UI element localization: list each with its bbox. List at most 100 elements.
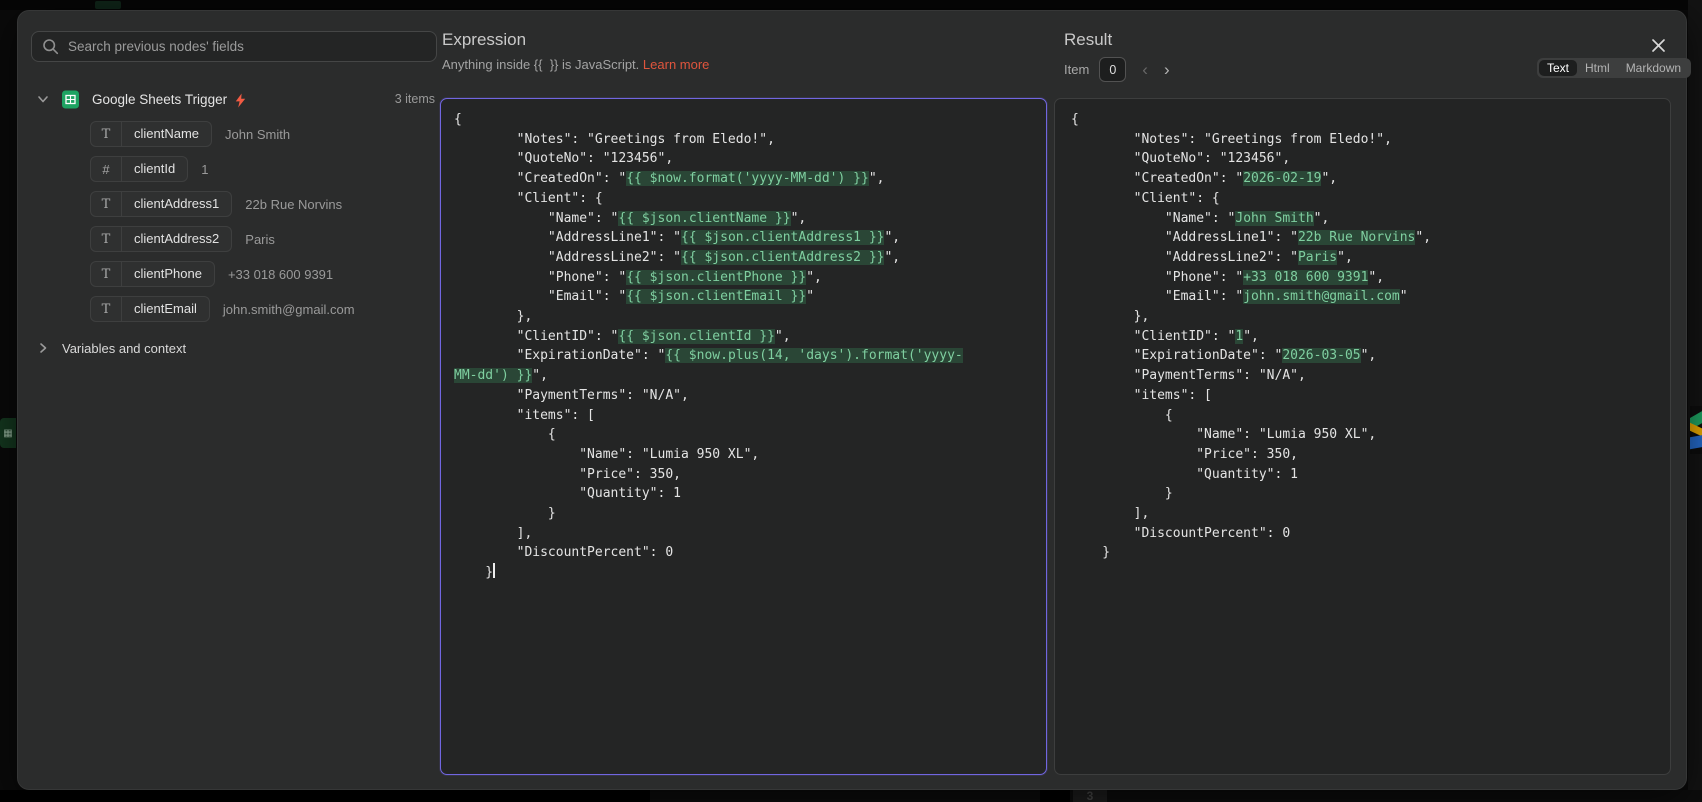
field-row: # clientId 1 xyxy=(90,156,355,182)
number-type-icon: # xyxy=(102,161,110,177)
code-line: { xyxy=(454,427,556,443)
field-name: clientAddress1 xyxy=(121,192,231,216)
code-line: "Notes": "Greetings from Eledo!", xyxy=(454,131,775,147)
code-line: "PaymentTerms": "N/A", xyxy=(454,387,689,403)
code-line: "ClientID": "1", xyxy=(1071,328,1259,344)
sidebar-node-google-sheets-trigger[interactable]: Google Sheets Trigger 3 items xyxy=(31,87,437,111)
code-line: } xyxy=(1071,486,1173,502)
learn-more-link[interactable]: Learn more xyxy=(643,57,709,72)
code-line: "ClientID": "{{ $json.clientId }}", xyxy=(454,328,791,344)
code-line: "Quantity": 1 xyxy=(1071,466,1298,482)
field-pill-clientId[interactable]: # clientId xyxy=(90,156,189,182)
code-line: ], xyxy=(1071,506,1150,522)
field-row: TclientPhone +33 018 600 9391 xyxy=(90,261,355,287)
close-icon xyxy=(1651,38,1665,52)
background-right-column xyxy=(1688,0,1702,802)
text-type-icon: T xyxy=(101,231,111,247)
code-line: "Client": { xyxy=(454,190,603,206)
code-line: { xyxy=(454,112,462,127)
code-line: "CreatedOn": "2026-02-19", xyxy=(1071,171,1338,187)
code-line: "AddressLine2": "{{ $json.clientAddress2… xyxy=(454,249,901,265)
text-cursor xyxy=(493,563,495,579)
mode-text[interactable]: Text xyxy=(1539,60,1578,76)
mode-markdown[interactable]: Markdown xyxy=(1618,60,1689,76)
background-bottom-bar: 3 xyxy=(0,790,1702,802)
field-row: TclientAddress2 Paris xyxy=(90,226,355,252)
chevron-down-icon[interactable] xyxy=(36,92,50,106)
code-line: "Price": 350, xyxy=(454,466,681,482)
field-value: +33 018 600 9391 xyxy=(227,266,334,282)
field-value: 22b Rue Norvins xyxy=(245,196,343,212)
code-line: } xyxy=(454,506,556,522)
mode-html[interactable]: Html xyxy=(1577,60,1618,76)
next-item-button[interactable]: › xyxy=(1164,61,1170,78)
field-name: clientName xyxy=(121,122,211,146)
background-node-google-sheets: ▦ xyxy=(0,418,16,448)
code-line: "DiscountPercent": 0 xyxy=(454,545,674,561)
trigger-bolt-icon xyxy=(235,93,246,107)
previous-item-button[interactable]: ‹ xyxy=(1142,61,1148,78)
result-output: { "Notes": "Greetings from Eledo!", "Quo… xyxy=(1054,98,1671,775)
expression-title: Expression xyxy=(442,30,527,49)
field-value: John Smith xyxy=(225,126,291,142)
code-line: "Email": "{{ $json.clientEmail }}" xyxy=(454,289,815,305)
code-line: "QuoteNo": "123456", xyxy=(1071,151,1291,167)
code-line: "Phone": "{{ $json.clientPhone }}", xyxy=(454,269,822,285)
bottom-bar-count: 3 xyxy=(1073,790,1107,802)
code-line: "Phone": "+33 018 600 9391", xyxy=(1071,269,1385,285)
search-icon xyxy=(43,39,59,55)
variables-label: Variables and context xyxy=(62,340,187,356)
code-line: "Name": "{{ $json.clientName }}", xyxy=(454,210,807,226)
field-pill-clientPhone[interactable]: TclientPhone xyxy=(90,261,215,287)
field-pill-clientAddress2[interactable]: TclientAddress2 xyxy=(90,226,233,252)
field-name: clientId xyxy=(121,157,187,181)
code-line: "AddressLine2": "Paris", xyxy=(1071,249,1353,265)
code-line: "ExpirationDate": "2026-03-05", xyxy=(1071,348,1377,364)
field-value: Paris xyxy=(245,231,275,247)
field-row: TclientEmail john.smith@gmail.com xyxy=(90,296,355,322)
fields-list: TclientName John Smith # clientId 1 TclientAd… xyxy=(90,121,355,331)
code-line: } xyxy=(454,563,495,581)
code-line: "Quantity": 1 xyxy=(454,486,681,502)
field-name: clientPhone xyxy=(121,262,214,286)
code-line: "Name": "John Smith", xyxy=(1071,210,1330,226)
code-line: }, xyxy=(1071,309,1150,325)
background-node-google-drive xyxy=(1690,406,1702,454)
text-type-icon: T xyxy=(101,266,111,282)
code-line: "CreatedOn": "{{ $now.format('yyyy-MM-dd… xyxy=(454,171,885,187)
code-line: { xyxy=(1071,112,1079,127)
code-line: "Notes": "Greetings from Eledo!", xyxy=(1071,131,1392,147)
code-line: "ExpirationDate": "{{ $now.plus(14, 'day… xyxy=(454,348,963,364)
expression-subtitle-text: Anything inside {{ }} is JavaScript. xyxy=(442,57,640,72)
result-item-pager: Item 0 ‹ › xyxy=(1064,57,1170,82)
code-line: "items": [ xyxy=(1071,387,1212,403)
field-pill-clientName[interactable]: TclientName xyxy=(90,121,213,147)
field-name: clientEmail xyxy=(121,297,209,321)
field-value: john.smith@gmail.com xyxy=(222,301,355,317)
background-logo-hint xyxy=(95,1,121,9)
search-box xyxy=(31,31,437,62)
sidebar-item-variables-and-context[interactable]: Variables and context xyxy=(31,337,186,359)
background-top-bar xyxy=(0,0,1702,10)
code-line: "AddressLine1": "22b Rue Norvins", xyxy=(1071,230,1432,246)
field-row: TclientName John Smith xyxy=(90,121,355,147)
code-line: } xyxy=(1071,545,1111,561)
code-line: "QuoteNo": "123456", xyxy=(454,151,674,167)
search-input[interactable] xyxy=(59,39,436,54)
bottom-bar-segment xyxy=(1040,790,1070,802)
text-type-icon: T xyxy=(101,196,111,212)
code-line: "PaymentTerms": "N/A", xyxy=(1071,368,1306,384)
field-row: TclientAddress1 22b Rue Norvins xyxy=(90,191,355,217)
text-type-icon: T xyxy=(101,301,111,317)
screen: ▦ 3 Google S xyxy=(0,0,1702,802)
field-pill-clientEmail[interactable]: TclientEmail xyxy=(90,296,210,322)
close-button[interactable] xyxy=(1647,34,1669,56)
code-line: "DiscountPercent": 0 xyxy=(1071,525,1291,541)
item-index-input[interactable]: 0 xyxy=(1099,57,1127,82)
field-value: 1 xyxy=(201,161,209,177)
text-type-icon: T xyxy=(101,126,111,142)
drive-logo-blue xyxy=(1690,434,1702,450)
code-line: { xyxy=(1071,407,1173,423)
expression-code-editor[interactable]: { "Notes": "Greetings from Eledo!", "Quo… xyxy=(440,98,1047,775)
field-pill-clientAddress1[interactable]: TclientAddress1 xyxy=(90,191,233,217)
